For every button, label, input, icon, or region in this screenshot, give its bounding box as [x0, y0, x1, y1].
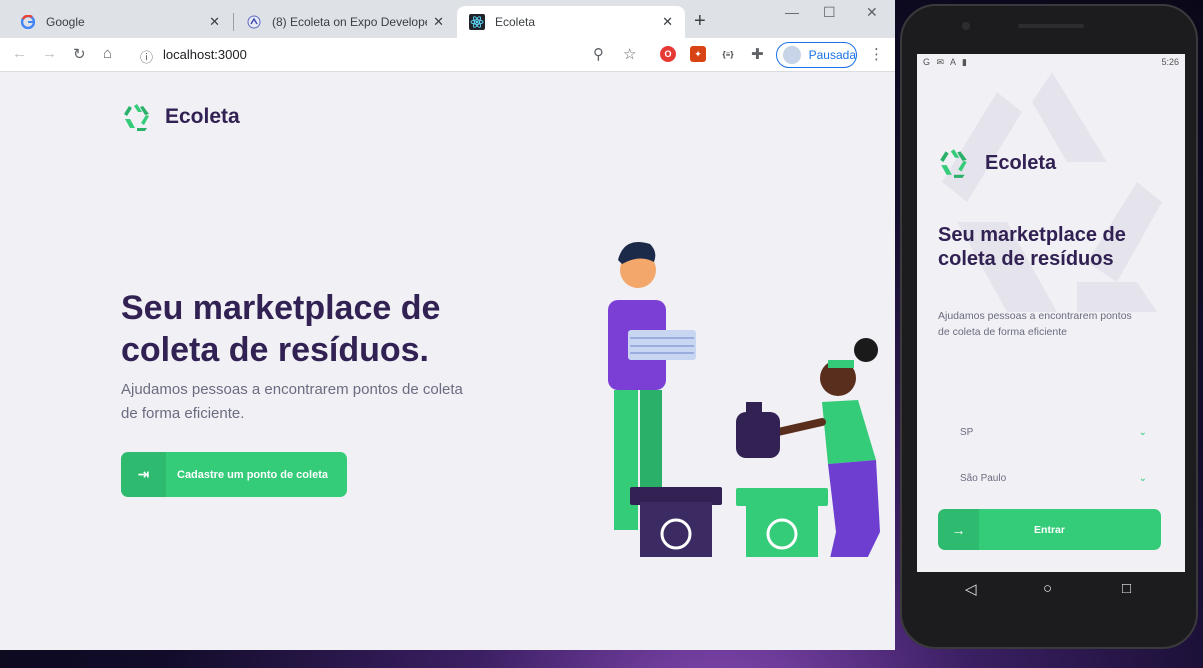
chevron-down-icon: ⌄ — [1138, 426, 1147, 438]
react-icon — [469, 14, 485, 30]
app-subtitle: Ajudamos pessoas a encontrarem pontos de… — [938, 310, 1132, 338]
avatar — [783, 46, 801, 64]
extension-icon[interactable]: ✦ — [690, 46, 706, 62]
home-icon[interactable]: ⌂ — [103, 45, 112, 62]
arrow-right-icon: → — [938, 509, 979, 550]
expo-icon — [246, 14, 262, 30]
app-screen: G ✉ A ▮ 5:26 Ecoleta Seu marketplace de … — [917, 54, 1185, 572]
address-bar[interactable]: localhost:3000 — [163, 47, 247, 62]
brand-name: Ecoleta — [165, 105, 240, 128]
home-circle-icon[interactable]: ○ — [1043, 580, 1052, 597]
android-nav-bar: ◁ ○ □ — [917, 572, 1185, 616]
tab-strip: Google ✕ (8) Ecoleta on Expo Developer T… — [0, 0, 895, 38]
camera — [962, 22, 970, 30]
window-close-icon[interactable]: ✕ — [866, 4, 878, 21]
city-value: São Paulo — [960, 472, 1007, 484]
logo[interactable]: Ecoleta — [121, 102, 240, 132]
tab-title: Ecoleta — [495, 15, 536, 29]
enter-button[interactable]: → Entrar — [938, 509, 1161, 550]
hero-illustration — [608, 242, 880, 557]
tab-expo[interactable]: (8) Ecoleta on Expo Developer To ✕ — [234, 6, 456, 38]
tab-google[interactable]: Google ✕ — [8, 6, 232, 38]
forward-icon[interactable]: → — [42, 45, 57, 62]
speaker — [1018, 24, 1084, 28]
app-logo: Ecoleta — [937, 147, 1056, 179]
uf-select[interactable]: SP ⌄ — [938, 413, 1161, 451]
app-brand-name: Ecoleta — [985, 151, 1057, 174]
hero-subtitle: Ajudamos pessoas a encontrarem pontos de… — [121, 381, 463, 422]
button-label: Entrar — [1034, 523, 1065, 536]
close-icon[interactable]: ✕ — [209, 14, 220, 30]
recents-square-icon[interactable]: □ — [1122, 580, 1131, 597]
city-select[interactable]: São Paulo ⌄ — [938, 459, 1161, 497]
zoom-icon[interactable]: ⚲ — [593, 45, 604, 63]
recycle-icon — [124, 104, 149, 131]
close-icon[interactable]: ✕ — [433, 14, 444, 30]
minimize-icon[interactable]: — — [785, 4, 799, 20]
android-phone: G ✉ A ▮ 5:26 Ecoleta Seu marketplace de … — [900, 4, 1198, 649]
desktop-wallpaper — [0, 650, 1203, 668]
profile-button[interactable]: Pausada — [776, 42, 857, 68]
status-clock: 5:26 — [1161, 57, 1179, 67]
app-title: Seu marketplace de coleta de resíduos — [938, 224, 1126, 270]
back-triangle-icon[interactable]: ◁ — [965, 580, 977, 598]
log-in-icon: ⇥ — [121, 452, 166, 497]
puzzle-icon[interactable]: ✚ — [751, 45, 764, 63]
tab-ecoleta[interactable]: Ecoleta ✕ — [457, 6, 685, 38]
uf-value: SP — [960, 426, 974, 438]
tab-title: Google — [46, 15, 85, 29]
chevron-down-icon: ⌄ — [1138, 472, 1147, 484]
back-icon[interactable]: ← — [12, 45, 27, 62]
notification-icons: G ✉ A ▮ — [923, 57, 970, 67]
json-extension-icon[interactable]: {≡} — [720, 46, 736, 62]
browser-toolbar: ← → ↻ ⌂ ⓘ localhost:3000 ⚲ ☆ O ✦ {≡} ✚ P… — [0, 38, 895, 72]
info-icon[interactable]: ⓘ — [140, 47, 153, 66]
profile-label: Pausada — [808, 48, 856, 62]
recycle-icon — [940, 149, 967, 178]
close-icon[interactable]: ✕ — [662, 14, 673, 30]
maximize-icon[interactable]: ☐ — [823, 4, 836, 21]
opera-extension-icon[interactable]: O — [660, 46, 676, 62]
star-icon[interactable]: ☆ — [623, 45, 636, 63]
hero-title: Seu marketplace de coleta de resíduos. — [121, 289, 441, 369]
browser-window: Google ✕ (8) Ecoleta on Expo Developer T… — [0, 0, 895, 650]
status-bar: G ✉ A ▮ 5:26 — [917, 54, 1185, 72]
button-label: Cadastre um ponto de coleta — [177, 468, 328, 481]
background-recycle-icon — [942, 72, 1162, 312]
register-point-button[interactable]: ⇥ Cadastre um ponto de coleta — [121, 452, 347, 497]
web-page: Ecoleta Seu marketplace de coleta de res… — [0, 72, 895, 650]
reload-icon[interactable]: ↻ — [73, 45, 86, 63]
tab-title: (8) Ecoleta on Expo Developer To — [272, 15, 427, 29]
google-icon — [20, 14, 36, 30]
new-tab-button[interactable]: + — [694, 10, 706, 33]
menu-icon[interactable]: ⋮ — [869, 45, 884, 63]
